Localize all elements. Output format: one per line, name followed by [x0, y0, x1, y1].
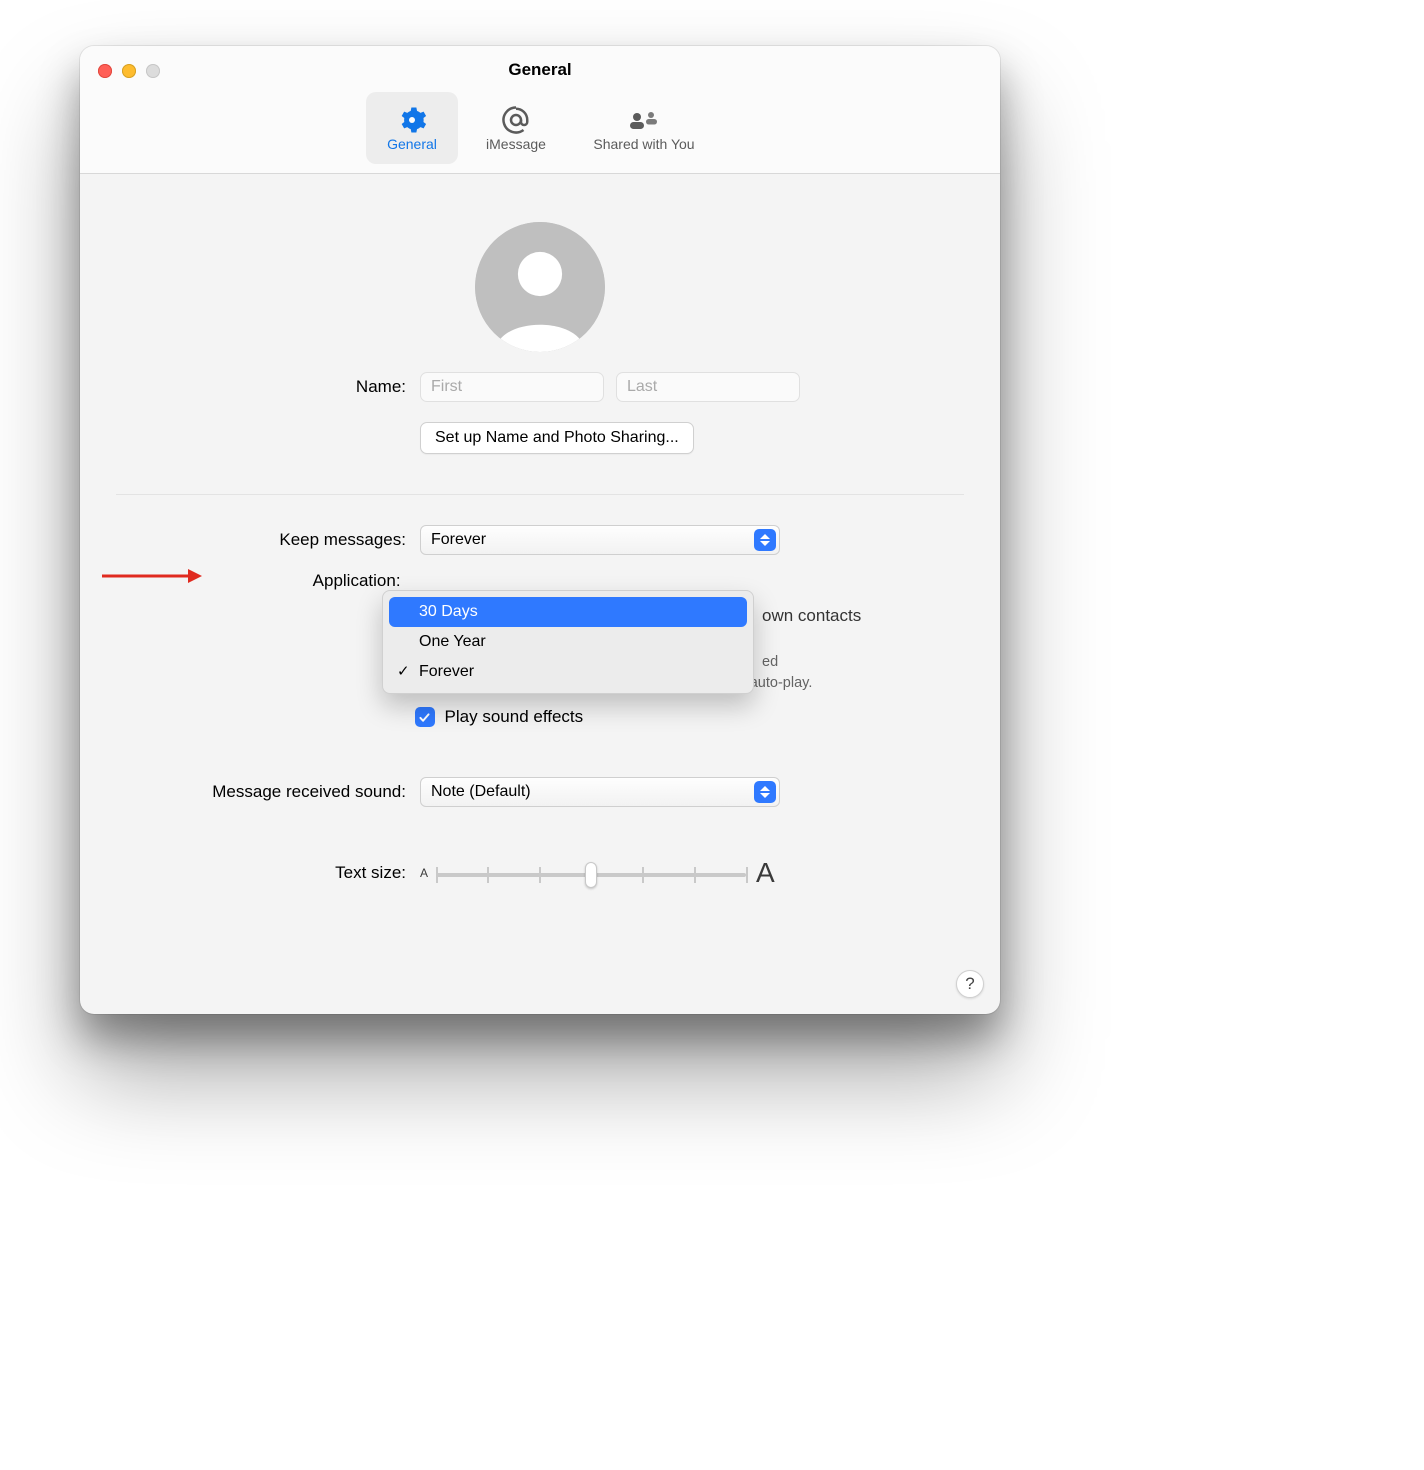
- last-name-input[interactable]: Last: [616, 372, 800, 402]
- play-sound-effects-label: Play sound effects: [445, 707, 584, 727]
- window-title: General: [80, 60, 1000, 80]
- text-size-label: Text size:: [116, 863, 406, 883]
- profile-avatar[interactable]: [475, 222, 605, 352]
- text-size-min-glyph: A: [420, 866, 428, 880]
- keep-option-one-year[interactable]: One Year: [389, 627, 747, 657]
- message-sound-label: Message received sound:: [116, 782, 406, 802]
- slider-knob[interactable]: [585, 862, 597, 888]
- notify-unknown-help-partial: ed: [762, 654, 778, 670]
- tab-shared-with-you[interactable]: Shared with You: [574, 92, 714, 164]
- message-sound-popup[interactable]: Note (Default): [420, 777, 780, 807]
- application-label: Application:: [116, 571, 401, 591]
- name-label: Name:: [116, 377, 406, 397]
- popup-stepper-icon: [754, 529, 776, 551]
- keep-messages-value: Forever: [431, 531, 486, 549]
- preferences-window: General General: [80, 46, 1000, 1014]
- last-name-placeholder: Last: [627, 378, 657, 396]
- keep-messages-label: Keep messages:: [116, 530, 406, 550]
- text-size-slider[interactable]: [436, 864, 746, 886]
- help-button[interactable]: ?: [956, 970, 984, 998]
- setup-button-label: Set up Name and Photo Sharing...: [435, 429, 679, 447]
- setup-name-photo-button[interactable]: Set up Name and Photo Sharing...: [420, 422, 694, 454]
- text-size-max-glyph: A: [756, 857, 775, 889]
- content-area: Name: First Last Set up Name and Photo S…: [80, 174, 1000, 889]
- keep-option-forever[interactable]: ✓ Forever: [389, 657, 747, 687]
- tab-imessage-label: iMessage: [486, 136, 546, 152]
- at-sign-icon: [501, 104, 531, 136]
- titlebar: General General: [80, 46, 1000, 174]
- first-name-input[interactable]: First: [420, 372, 604, 402]
- help-glyph: ?: [965, 974, 974, 994]
- notify-unknown-label-partial: own contacts: [762, 606, 861, 626]
- keep-messages-menu: 30 Days One Year ✓ Forever: [382, 590, 754, 694]
- section-divider: [116, 494, 964, 495]
- popup-stepper-icon: [754, 781, 776, 803]
- keep-option-one-year-label: One Year: [419, 633, 486, 651]
- tab-shared-label: Shared with You: [593, 136, 694, 152]
- tab-general[interactable]: General: [366, 92, 458, 164]
- tab-general-label: General: [387, 136, 437, 152]
- people-icon: [627, 104, 661, 136]
- checkmark-icon: ✓: [397, 662, 410, 680]
- message-sound-value: Note (Default): [431, 783, 531, 801]
- keep-option-forever-label: Forever: [419, 663, 474, 681]
- tab-imessage[interactable]: iMessage: [470, 92, 562, 164]
- play-sound-effects-checkbox[interactable]: [415, 707, 435, 727]
- keep-option-30-days-label: 30 Days: [419, 603, 478, 621]
- keep-option-30-days[interactable]: 30 Days: [389, 597, 747, 627]
- first-name-placeholder: First: [431, 378, 462, 396]
- toolbar-tabs: General iMessage: [80, 92, 1000, 164]
- keep-messages-popup[interactable]: Forever: [420, 525, 780, 555]
- gear-icon: [397, 104, 427, 136]
